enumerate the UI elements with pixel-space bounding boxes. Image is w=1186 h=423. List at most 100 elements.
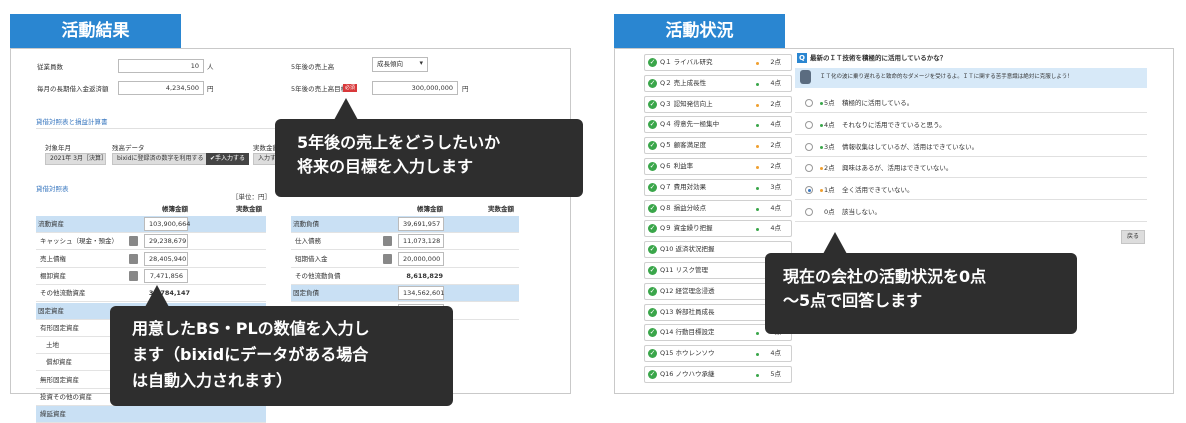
answer-option[interactable]: 0点 該当しない。 — [795, 203, 1147, 222]
question-title: 最新のＩＴ技術を積極的に活用しているかな？ — [810, 54, 947, 62]
liability-value[interactable]: 39,691,957 — [398, 217, 444, 231]
callout-bs-pl: 用意したBS・PLの数値を入力し ます（bixidにデータがある場合 は自動入力… — [110, 306, 453, 406]
check-icon: ✓ — [648, 58, 657, 67]
liability-label: 固定負債 — [293, 289, 319, 298]
liability-label: 仕入債務 — [295, 237, 321, 246]
employees-unit: 人 — [207, 63, 214, 71]
answer-option[interactable]: 4点 それなりに活用できていると思う。 — [795, 116, 1147, 135]
question-label: Q３ 認知発信向上 — [660, 99, 713, 108]
question-list-item[interactable]: ✓ Q９ 資金繰り把握 4点 — [644, 220, 792, 238]
question-label: Q14 行動目標設定 — [660, 328, 715, 337]
asset-row: キャッシュ（現金・預金） 29,238,679 — [36, 233, 266, 251]
question-score: 2点 — [770, 162, 781, 170]
asset-row: 流動資産 103,900,664 — [36, 216, 266, 233]
repay-label: 毎月の長期借入金返済額 — [37, 85, 109, 93]
calculator-icon[interactable] — [383, 253, 392, 264]
score-dot-icon — [756, 186, 759, 190]
employees-label: 従業員数 — [37, 63, 63, 71]
check-icon: ✓ — [648, 370, 657, 379]
manual-input-button[interactable]: ✔手入力する — [206, 153, 250, 165]
liability-label: 流動負債 — [293, 220, 319, 228]
asset-row: 棚卸資産 7,471,856 — [36, 268, 266, 285]
asset-value[interactable]: 28,405,940 — [144, 251, 188, 266]
asset-label: 売上債権 — [40, 254, 66, 263]
question-list-item[interactable]: ✓ Q１ ライバル研究 2点 — [644, 54, 792, 71]
answer-option[interactable]: 1点 全く活用できていない。 — [795, 181, 1147, 201]
right-section-tab: 活動状況 — [614, 14, 785, 48]
radio-button[interactable] — [805, 208, 813, 216]
radio-button[interactable] — [805, 142, 813, 151]
question-label: Q13 幹部社員成長 — [660, 307, 715, 316]
answer-option[interactable]: 2点 興味はあるが、活用はできていない。 — [795, 159, 1147, 179]
question-list-item[interactable]: ✓ Q７ 費用対効果 3点 — [644, 178, 792, 196]
sales5-select[interactable]: 成長傾向 ▾ — [372, 57, 428, 72]
question-list-item[interactable]: ✓ Q３ 認知発信向上 2点 — [644, 95, 792, 113]
score-dot-icon — [756, 103, 759, 107]
answer-text: 該当しない。 — [842, 208, 881, 216]
asset-value[interactable]: 103,900,664 — [144, 217, 190, 231]
callout-bs-pl-line1: 用意したBS・PLの数値を入力し — [132, 319, 370, 338]
score-dot-icon — [756, 353, 759, 357]
callout-bs-pl-line3: は自動入力されます） — [132, 371, 293, 390]
question-score: 5点 — [770, 370, 781, 378]
liability-value[interactable]: 11,073,128 — [398, 234, 444, 249]
repay-input[interactable]: 4,234,500 — [118, 81, 204, 95]
asset-value[interactable]: 7,471,856 — [144, 268, 188, 283]
liability-row: 短期借入金 20,000,000 — [291, 251, 519, 268]
question-label: Q12 経営理念浸透 — [660, 286, 715, 295]
asset-label: キャッシュ（現金・預金） — [40, 237, 118, 246]
question-label: Q７ 費用対効果 — [660, 182, 707, 191]
goal-input[interactable]: 300,000,000 — [372, 81, 458, 95]
answer-option[interactable]: 3点 情報収集はしているが、活用はできていない。 — [795, 138, 1147, 157]
answer-score: 3点 — [824, 142, 835, 151]
liability-row: 流動負債 39,691,957 — [291, 216, 519, 233]
liability-value[interactable]: 134,562,601 — [398, 286, 444, 301]
liability-value[interactable]: 20,000,000 — [398, 251, 444, 266]
question-list-item[interactable]: ✓ Q４ 得意先一極集中 4点 — [644, 116, 792, 134]
radio-button[interactable] — [805, 186, 813, 195]
calculator-icon[interactable] — [383, 236, 392, 247]
question-label: Q15 ホウレンソウ — [660, 349, 715, 358]
left-section-tab: 活動結果 — [10, 14, 181, 48]
callout-pointer-right — [823, 232, 847, 254]
calculator-icon[interactable] — [129, 270, 138, 281]
calculator-icon[interactable] — [129, 253, 138, 264]
goal-unit: 円 — [462, 85, 469, 93]
score-dot-icon — [756, 228, 759, 232]
question-list-item[interactable]: ✓ Q15 ホウレンソウ 4点 — [644, 345, 792, 363]
check-icon: ✓ — [648, 245, 657, 255]
asset-value[interactable]: 29,238,679 — [144, 234, 188, 249]
back-button[interactable]: 戻る — [1121, 230, 1145, 244]
asset-label: 固定資産 — [38, 306, 64, 315]
callout-activity-line1: 現在の会社の活動状況を0点 — [783, 267, 987, 286]
bs-pl-section-link[interactable]: 貸借対照表と損益計算書 — [36, 116, 108, 126]
question-list-item[interactable]: ✓ Q６ 利益率 2点 — [644, 158, 792, 175]
employees-input[interactable]: 10 — [118, 59, 204, 73]
question-label: Q８ 損益分岐点 — [660, 203, 707, 212]
question-score: 3点 — [770, 182, 781, 191]
check-icon: ✓ — [648, 286, 657, 296]
radio-button[interactable] — [805, 99, 813, 107]
check-icon: ✓ — [648, 120, 657, 130]
check-icon: ✓ — [648, 224, 657, 234]
answer-option[interactable]: 5点 積極的に活用している。 — [795, 94, 1147, 113]
liability-label: その他流動負債 — [295, 271, 341, 280]
period-value[interactable]: 2021年 3月［決算］ — [45, 153, 107, 165]
use-bixid-button[interactable]: bixidに登録済の数字を利用する — [112, 153, 209, 165]
liability-value: 8,618,829 — [406, 271, 443, 280]
asset-label: 投資その他の資産 — [40, 393, 92, 401]
radio-button[interactable] — [805, 120, 813, 129]
question-list-item[interactable]: ✓ Q16 ノウハウ承継 5点 — [644, 366, 792, 383]
question-list-item[interactable]: ✓ Q２ 売上成長性 4点 — [644, 74, 792, 92]
score-dot-icon — [756, 145, 759, 149]
question-score: 4点 — [770, 349, 781, 358]
radio-button[interactable] — [805, 164, 813, 173]
question-list-item[interactable]: ✓ Q８ 損益分岐点 4点 — [644, 199, 792, 217]
score-dot-icon — [756, 374, 759, 377]
answer-score: 2点 — [824, 164, 835, 173]
prep-label: 残高データ — [112, 144, 145, 152]
calculator-icon[interactable] — [129, 236, 138, 247]
question-list-item[interactable]: ✓ Q５ 顧客満足度 2点 — [644, 137, 792, 155]
hint-text: ＩＴ化の波に乗り遅れると致命的なダメージを受けるよ。ＩＴに関する苦手意識は絶対に… — [820, 74, 1073, 80]
answer-text: 全く活用できていない。 — [842, 186, 914, 195]
